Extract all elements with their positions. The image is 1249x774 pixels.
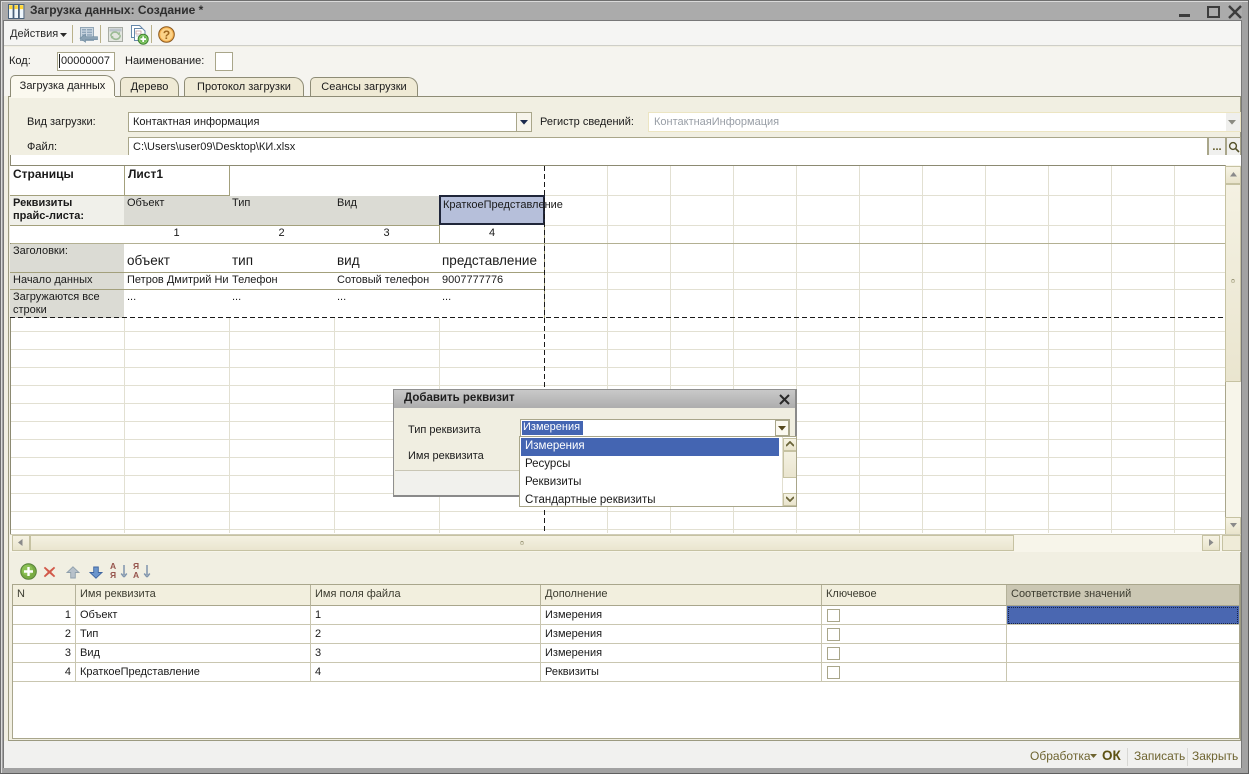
svg-text:?: ? [163, 28, 170, 42]
